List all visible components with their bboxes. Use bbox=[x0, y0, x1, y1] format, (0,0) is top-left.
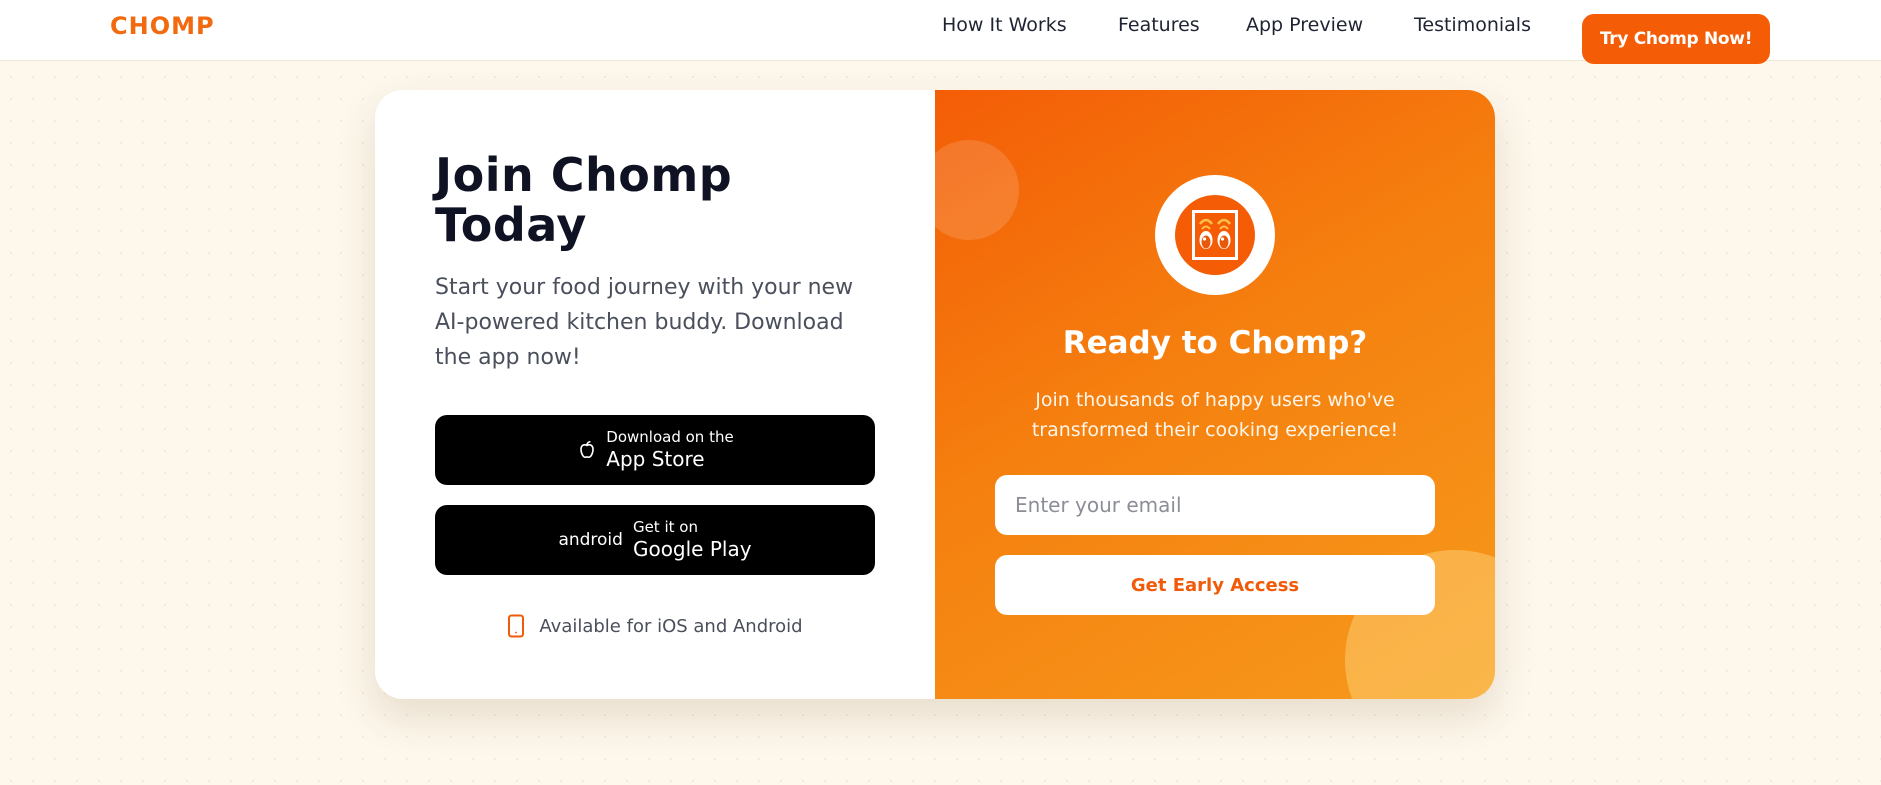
decorative-circle bbox=[935, 140, 1019, 240]
apple-icon bbox=[580, 440, 595, 459]
google-play-label: Google Play bbox=[632, 537, 752, 561]
email-input[interactable] bbox=[995, 475, 1435, 535]
android-icon: android bbox=[558, 530, 623, 550]
try-chomp-now-button[interactable]: Try Chomp Now! bbox=[1582, 14, 1770, 64]
signup-panel: Ready to Chomp? Join thousands of happy … bbox=[935, 90, 1495, 699]
nav-link-features[interactable]: Features bbox=[1118, 14, 1200, 36]
google-play-button[interactable]: android Get it on Google Play bbox=[435, 505, 875, 575]
top-navigation-bar: CHOMP How It Works Features App Preview … bbox=[0, 0, 1881, 64]
availability-note: Available for iOS and Android bbox=[375, 614, 935, 638]
eyes-icon bbox=[1175, 195, 1255, 275]
google-play-small-text: Get it on bbox=[632, 518, 698, 536]
nav-link-app-preview[interactable]: App Preview bbox=[1246, 14, 1363, 36]
get-early-access-button[interactable]: Get Early Access bbox=[995, 555, 1435, 615]
smartphone-icon bbox=[508, 614, 525, 638]
signup-text: Join thousands of happy users who've tra… bbox=[1031, 389, 1399, 441]
app-store-small-text: Download on the bbox=[606, 428, 734, 446]
app-store-label: App Store bbox=[606, 447, 705, 471]
nav-links: How It Works Features App Preview Testim… bbox=[0, 14, 1881, 64]
nav-link-testimonials[interactable]: Testimonials bbox=[1414, 14, 1531, 36]
join-card: Join Chomp Today Start your food journey… bbox=[375, 90, 1495, 699]
nav-link-how-it-works[interactable]: How It Works bbox=[942, 14, 1067, 36]
signup-title: Ready to Chomp? bbox=[1062, 325, 1368, 361]
availability-text: Available for iOS and Android bbox=[539, 615, 803, 637]
app-store-button[interactable]: Download on the App Store bbox=[435, 415, 875, 485]
join-subtitle: Start your food journey with your new AI… bbox=[435, 275, 854, 370]
download-panel: Join Chomp Today Start your food journey… bbox=[375, 90, 935, 699]
chomp-mascot-icon bbox=[1155, 175, 1275, 295]
join-title: Join Chomp Today bbox=[435, 148, 733, 252]
